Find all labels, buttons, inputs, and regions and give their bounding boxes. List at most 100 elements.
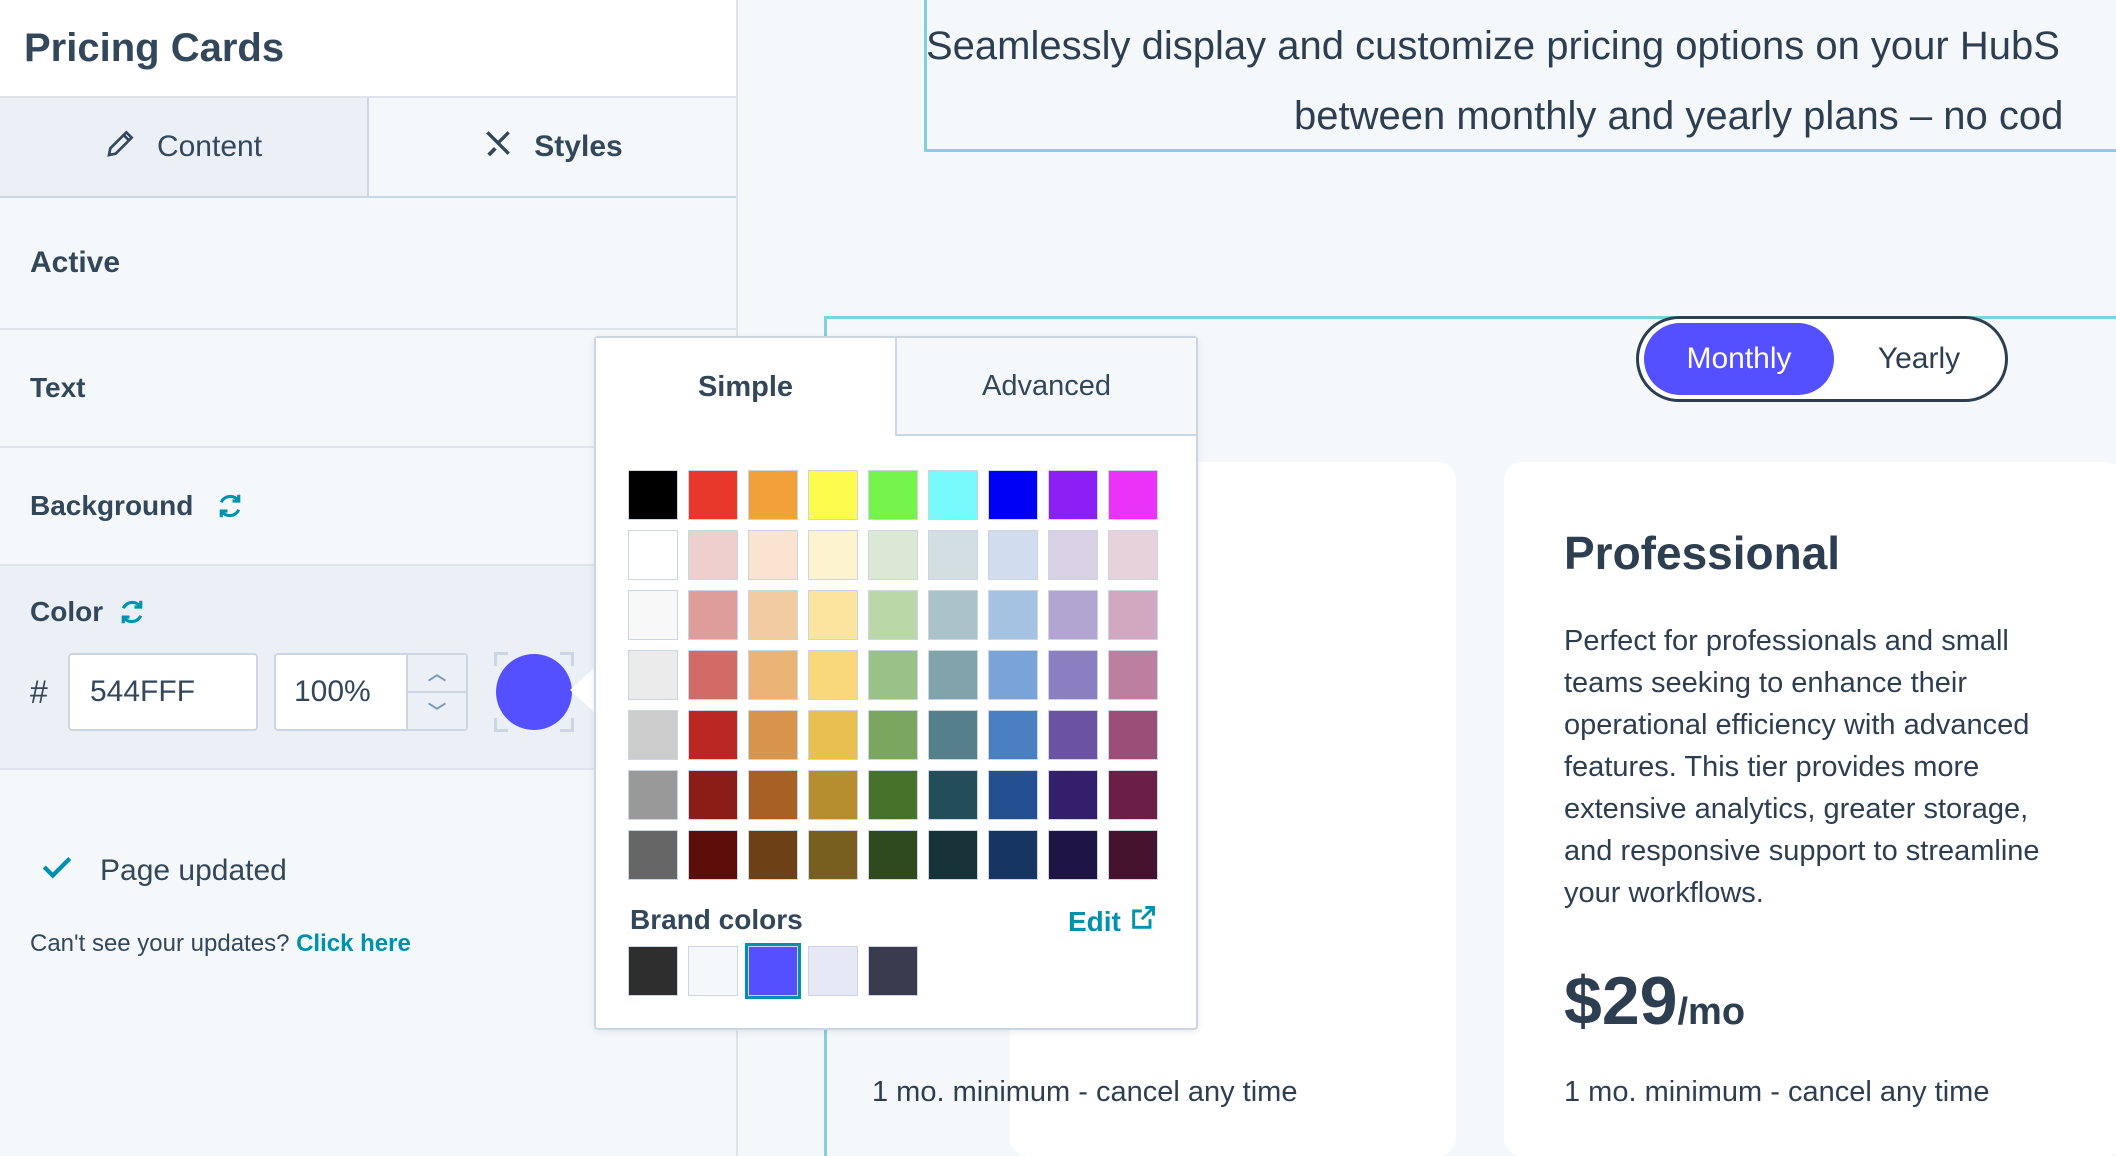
- color-swatch-cell[interactable]: [1108, 770, 1158, 820]
- color-swatch-cell[interactable]: [688, 770, 738, 820]
- color-swatch-cell[interactable]: [1048, 830, 1098, 880]
- color-swatch-cell[interactable]: [688, 710, 738, 760]
- color-swatch-cell[interactable]: [808, 830, 858, 880]
- color-swatch-cell[interactable]: [1048, 710, 1098, 760]
- refresh-icon[interactable]: [117, 597, 147, 627]
- color-swatch-cell[interactable]: [748, 530, 798, 580]
- color-swatch-cell[interactable]: [868, 830, 918, 880]
- focus-corner: [494, 652, 508, 666]
- color-swatch-cell[interactable]: [628, 530, 678, 580]
- sidebar-title: Pricing Cards: [24, 25, 285, 70]
- toggle-monthly-button[interactable]: Monthly: [1644, 323, 1834, 395]
- color-swatch-cell[interactable]: [1048, 590, 1098, 640]
- color-swatch-cell[interactable]: [808, 710, 858, 760]
- section-active[interactable]: Active: [0, 198, 736, 330]
- color-swatch-cell[interactable]: [1048, 470, 1098, 520]
- pro-price: $29/mo: [1564, 962, 1745, 1040]
- color-swatch-cell[interactable]: [988, 770, 1038, 820]
- color-swatch-cell[interactable]: [868, 650, 918, 700]
- color-swatch-cell[interactable]: [928, 650, 978, 700]
- color-swatch-cell[interactable]: [1108, 650, 1158, 700]
- color-swatch-cell[interactable]: [628, 650, 678, 700]
- picker-arrow: [570, 668, 594, 712]
- color-swatch-cell[interactable]: [988, 710, 1038, 760]
- tab-styles[interactable]: Styles: [369, 98, 736, 196]
- color-swatch-cell[interactable]: [928, 710, 978, 760]
- desc-line: your workflows.: [1564, 877, 1764, 909]
- color-swatch-cell[interactable]: [1108, 470, 1158, 520]
- pricing-card-professional: Professional Perfect for professionals a…: [1504, 462, 2116, 1156]
- color-swatch-cell[interactable]: [628, 770, 678, 820]
- brand-colors-row: [628, 943, 918, 999]
- color-swatch-cell[interactable]: [808, 530, 858, 580]
- color-swatch-cell[interactable]: [868, 590, 918, 640]
- tab-advanced[interactable]: Advanced: [897, 338, 1196, 436]
- section-text-label: Text: [30, 372, 86, 403]
- brand-color-swatch[interactable]: [688, 946, 738, 996]
- color-swatch-cell[interactable]: [868, 710, 918, 760]
- brand-edit-label: Edit: [1068, 905, 1121, 937]
- color-swatch-cell[interactable]: [928, 470, 978, 520]
- brand-edit-link[interactable]: Edit: [1068, 904, 1157, 939]
- brand-color-swatch[interactable]: [745, 943, 801, 999]
- color-swatch-cell[interactable]: [628, 590, 678, 640]
- color-swatch-cell[interactable]: [628, 830, 678, 880]
- color-swatch-cell[interactable]: [868, 530, 918, 580]
- color-swatch-cell[interactable]: [688, 470, 738, 520]
- color-swatch-cell[interactable]: [988, 530, 1038, 580]
- color-swatch-button[interactable]: [494, 652, 574, 732]
- brand-color-swatch[interactable]: [628, 946, 678, 996]
- color-swatch-cell[interactable]: [688, 530, 738, 580]
- color-swatch-cell[interactable]: [808, 650, 858, 700]
- color-swatch-cell[interactable]: [988, 590, 1038, 640]
- color-swatch-cell[interactable]: [748, 650, 798, 700]
- color-swatch-cell[interactable]: [1108, 590, 1158, 640]
- color-swatch-cell[interactable]: [628, 470, 678, 520]
- desc-line: teams seeking to enhance their: [1564, 667, 1968, 699]
- help-question: Can't see your updates?: [30, 930, 290, 957]
- color-swatch-cell[interactable]: [808, 470, 858, 520]
- color-swatch-cell[interactable]: [808, 770, 858, 820]
- refresh-icon[interactable]: [215, 491, 245, 521]
- brand-color-swatch[interactable]: [868, 946, 918, 996]
- color-swatch-cell[interactable]: [1048, 530, 1098, 580]
- color-swatch-cell[interactable]: [808, 590, 858, 640]
- stepper-up-icon[interactable]: ︿: [408, 655, 466, 693]
- toggle-yearly-button[interactable]: Yearly: [1834, 342, 2004, 376]
- color-swatch-cell[interactable]: [748, 830, 798, 880]
- color-swatch-cell[interactable]: [928, 830, 978, 880]
- brand-color-swatch[interactable]: [808, 946, 858, 996]
- opacity-input[interactable]: 100%: [276, 655, 406, 729]
- color-swatch-cell[interactable]: [688, 590, 738, 640]
- tab-simple[interactable]: Simple: [596, 338, 897, 436]
- color-swatch-cell[interactable]: [1108, 710, 1158, 760]
- color-swatch-cell[interactable]: [988, 830, 1038, 880]
- color-swatch-cell[interactable]: [1048, 770, 1098, 820]
- color-swatch-cell[interactable]: [868, 470, 918, 520]
- hash-prefix: #: [30, 673, 48, 710]
- click-here-link[interactable]: Click here: [296, 930, 411, 957]
- color-swatch-cell[interactable]: [748, 590, 798, 640]
- color-swatch-cell[interactable]: [688, 830, 738, 880]
- color-swatch-cell[interactable]: [868, 770, 918, 820]
- color-swatch-cell[interactable]: [1108, 830, 1158, 880]
- opacity-field: 100% ︿ ﹀: [274, 653, 468, 731]
- color-swatch-cell[interactable]: [688, 650, 738, 700]
- desc-line: and responsive support to streamline: [1564, 835, 2040, 867]
- sidebar-header: Pricing Cards: [0, 0, 736, 98]
- color-swatch-cell[interactable]: [928, 770, 978, 820]
- color-swatch-cell[interactable]: [1048, 650, 1098, 700]
- color-swatch-cell[interactable]: [928, 590, 978, 640]
- color-swatch-cell[interactable]: [748, 710, 798, 760]
- picker-tabs: Simple Advanced: [596, 338, 1196, 436]
- color-swatch-cell[interactable]: [748, 470, 798, 520]
- color-swatch-cell[interactable]: [928, 530, 978, 580]
- color-swatch-cell[interactable]: [1108, 530, 1158, 580]
- color-swatch-cell[interactable]: [988, 650, 1038, 700]
- color-swatch-cell[interactable]: [628, 710, 678, 760]
- hex-color-input[interactable]: 544FFF: [68, 653, 258, 731]
- color-swatch-cell[interactable]: [988, 470, 1038, 520]
- color-swatch-cell[interactable]: [748, 770, 798, 820]
- stepper-down-icon[interactable]: ﹀: [408, 693, 466, 729]
- tab-content[interactable]: Content: [0, 98, 369, 196]
